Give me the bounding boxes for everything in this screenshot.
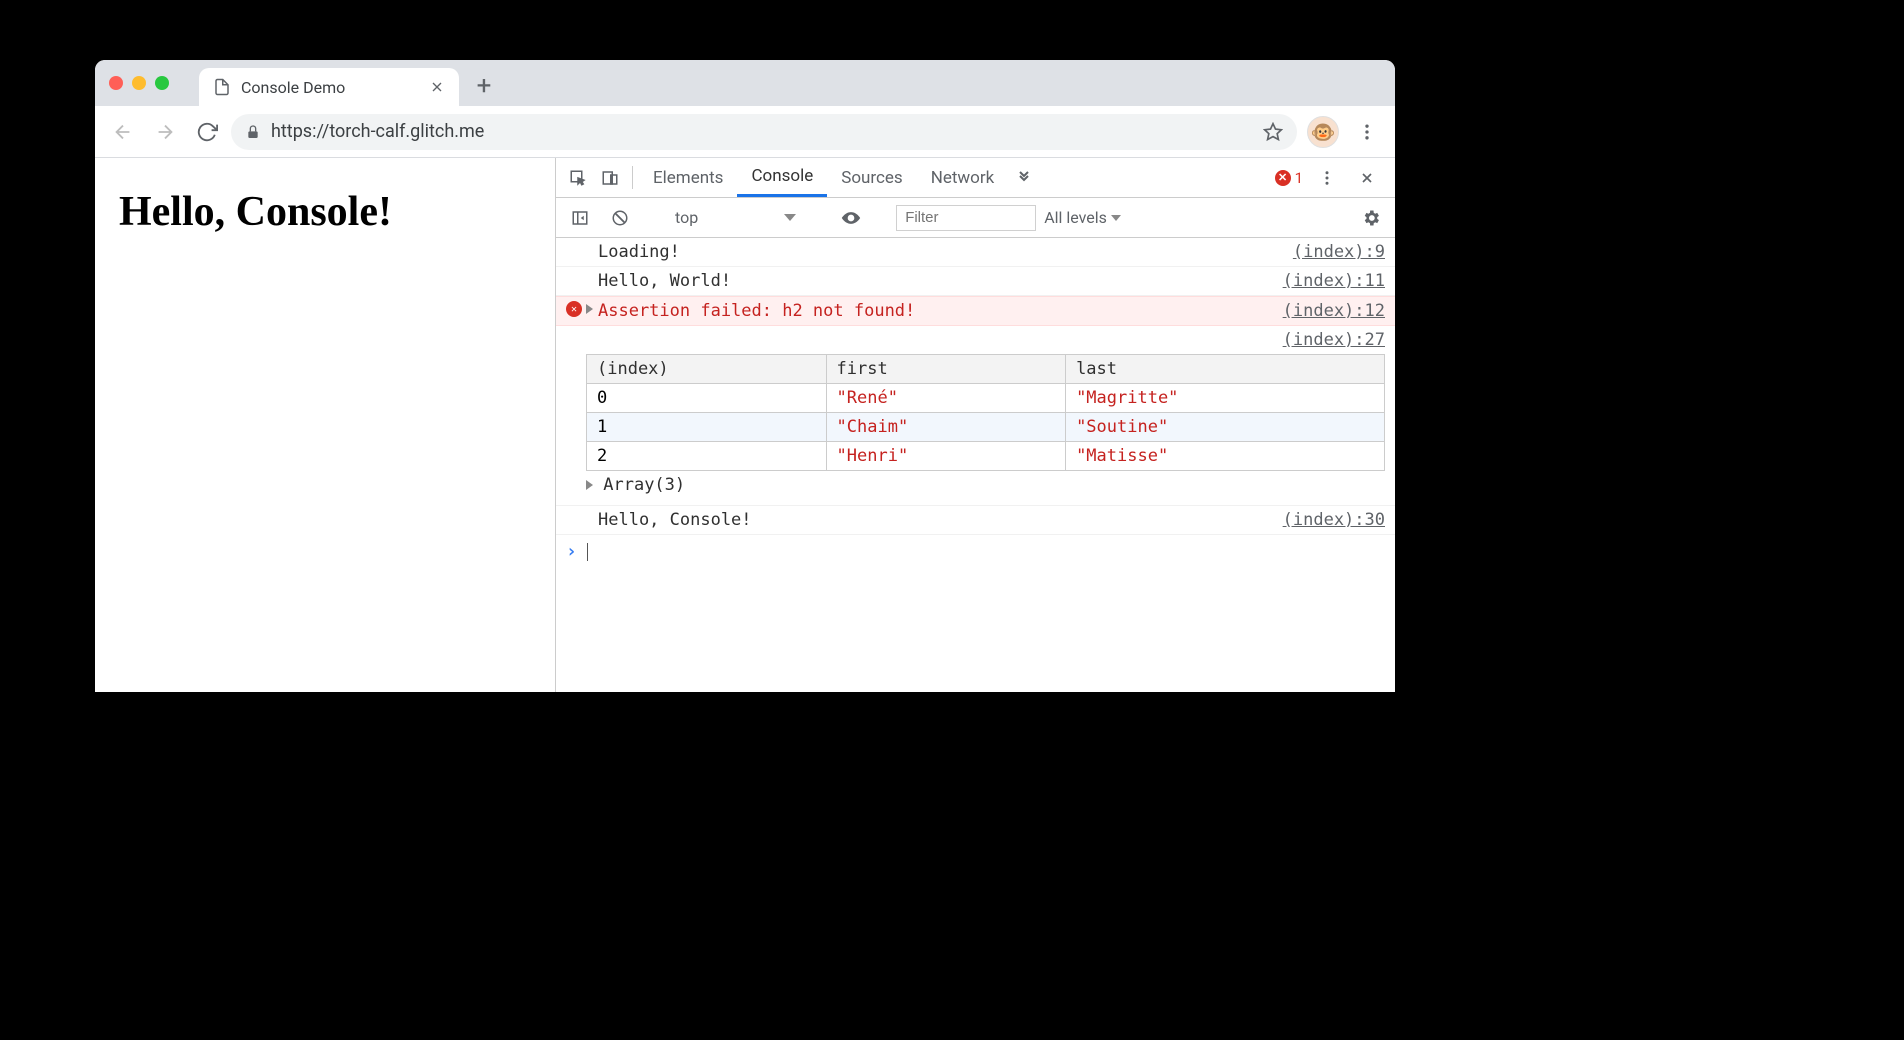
profile-avatar[interactable]: 🐵 [1307, 116, 1339, 148]
minimize-window-icon[interactable] [132, 76, 146, 90]
error-icon: ✕ [566, 301, 582, 317]
expand-icon[interactable] [586, 304, 593, 314]
log-source-link[interactable]: (index):9 [1273, 242, 1385, 262]
table-cell: 1 [587, 413, 827, 442]
table-header-row: (index) first last [587, 355, 1385, 384]
log-source-link[interactable]: (index):12 [1263, 301, 1385, 321]
log-source-link[interactable]: (index):11 [1263, 271, 1385, 291]
table-cell: "René" [826, 384, 1066, 413]
levels-label: All levels [1044, 208, 1107, 227]
devtools-tabs: Elements Console Sources Network ✕ 1 [556, 158, 1395, 198]
log-message: Assertion failed: h2 not found! [598, 301, 915, 321]
address-bar[interactable]: https://torch-calf.glitch.me [231, 114, 1297, 150]
page-icon [213, 78, 231, 96]
new-tab-button[interactable]: + [469, 71, 499, 101]
inspect-element-icon[interactable] [562, 158, 594, 197]
log-entry: Loading! (index):9 [556, 238, 1395, 267]
log-message: Hello, Console! [566, 510, 752, 530]
settings-icon[interactable] [1355, 208, 1387, 228]
tab-elements[interactable]: Elements [639, 158, 737, 197]
device-toggle-icon[interactable] [594, 158, 626, 197]
maximize-window-icon[interactable] [155, 76, 169, 90]
clear-console-icon[interactable] [604, 209, 636, 227]
reload-button[interactable] [189, 114, 225, 150]
error-count: 1 [1295, 169, 1303, 187]
error-count-badge[interactable]: ✕ 1 [1275, 169, 1303, 187]
table-cell: 2 [587, 442, 827, 471]
devtools-menu-icon[interactable] [1311, 169, 1343, 187]
expand-icon [586, 480, 593, 490]
tab-console[interactable]: Console [737, 158, 827, 197]
console-output: Loading! (index):9 Hello, World! (index)… [556, 238, 1395, 692]
log-message: Loading! [566, 242, 680, 262]
table-header[interactable]: (index) [587, 355, 827, 384]
table-cell: "Chaim" [826, 413, 1066, 442]
context-selector[interactable]: top [665, 208, 806, 227]
url-text: https://torch-calf.glitch.me [271, 121, 484, 142]
table-header[interactable]: last [1066, 355, 1385, 384]
table-cell: "Soutine" [1066, 413, 1385, 442]
page-content: Hello, Console! [95, 158, 555, 692]
table-row: 1 "Chaim" "Soutine" [587, 413, 1385, 442]
cursor-icon [587, 543, 588, 561]
title-bar: Console Demo + [95, 60, 1395, 106]
back-button[interactable] [105, 114, 141, 150]
console-table: (index) first last 0 "René" "Magritte" [586, 354, 1385, 471]
table-header[interactable]: first [826, 355, 1066, 384]
dropdown-icon [1111, 215, 1121, 221]
bookmark-icon[interactable] [1263, 122, 1283, 142]
close-tab-icon[interactable] [429, 79, 445, 95]
dropdown-icon [784, 214, 796, 221]
content-area: Hello, Console! Elements Console Sources… [95, 158, 1395, 692]
devtools-panel: Elements Console Sources Network ✕ 1 [555, 158, 1395, 692]
table-cell: "Magritte" [1066, 384, 1385, 413]
separator [632, 166, 633, 189]
table-cell: 0 [587, 384, 827, 413]
menu-button[interactable] [1349, 114, 1385, 150]
log-entry: Hello, World! (index):11 [556, 267, 1395, 296]
log-source-link[interactable]: (index):27 [1283, 326, 1385, 354]
tab-sources[interactable]: Sources [827, 158, 916, 197]
tab-network[interactable]: Network [917, 158, 1009, 197]
log-source-link[interactable]: (index):30 [1263, 510, 1385, 530]
console-table-block: (index):27 (index) first last [556, 326, 1395, 506]
filter-input[interactable] [896, 205, 1036, 231]
error-icon: ✕ [1275, 170, 1291, 186]
context-value: top [675, 208, 698, 227]
log-entry: Hello, Console! (index):30 [556, 506, 1395, 535]
lock-icon [245, 124, 261, 140]
console-filter-bar: top All levels [556, 198, 1395, 238]
close-window-icon[interactable] [109, 76, 123, 90]
traffic-lights [109, 76, 169, 90]
console-prompt[interactable]: › [556, 535, 1395, 568]
array-label: Array(3) [603, 475, 685, 495]
sidebar-toggle-icon[interactable] [564, 209, 596, 227]
forward-button[interactable] [147, 114, 183, 150]
prompt-icon: › [566, 541, 577, 562]
tab-title: Console Demo [241, 78, 345, 97]
log-message: Hello, World! [566, 271, 731, 291]
browser-tab[interactable]: Console Demo [199, 68, 459, 106]
table-row: 2 "Henri" "Matisse" [587, 442, 1385, 471]
toolbar: https://torch-calf.glitch.me 🐵 [95, 106, 1395, 158]
more-tabs-icon[interactable] [1008, 158, 1040, 197]
live-expression-icon[interactable] [835, 208, 867, 228]
log-levels-selector[interactable]: All levels [1044, 208, 1121, 227]
array-expand[interactable]: Array(3) [586, 471, 1385, 499]
table-cell: "Henri" [826, 442, 1066, 471]
error-log-entry: ✕ Assertion failed: h2 not found! (index… [556, 296, 1395, 326]
close-devtools-icon[interactable] [1351, 170, 1383, 186]
browser-window: Console Demo + https://torch-calf.glitch… [95, 60, 1395, 692]
page-heading: Hello, Console! [119, 188, 531, 236]
table-row: 0 "René" "Magritte" [587, 384, 1385, 413]
table-cell: "Matisse" [1066, 442, 1385, 471]
